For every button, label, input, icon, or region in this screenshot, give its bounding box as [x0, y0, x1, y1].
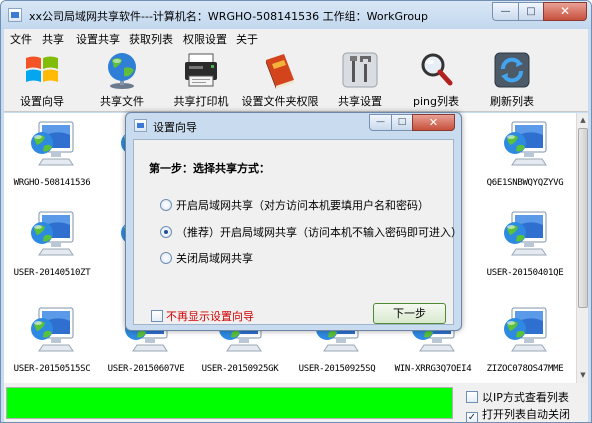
toolbar-label: 共享打印机: [173, 95, 229, 108]
network-computer-icon: [503, 121, 547, 166]
title-bar: xx公司局域网共享软件---计算机名：WRGHO-508141536 工作组：W…: [1, 1, 591, 29]
computer-name: WIN-XRRG3Q7OEI4: [394, 364, 472, 374]
computer-item[interactable]: USER-20150515SC: [7, 301, 97, 383]
scroll-down-icon[interactable]: ▼: [578, 369, 588, 381]
progress-bar: [6, 387, 453, 419]
auto-close-label: 打开列表自动关闭: [482, 408, 570, 421]
menu-get-list[interactable]: 获取列表: [129, 31, 173, 47]
dialog-app-icon: [134, 119, 147, 132]
auto-close-checkbox[interactable]: ✓: [466, 412, 478, 422]
option-label: 开启局域网共享（对方访问本机要填用户名和密码）: [176, 199, 429, 212]
network-computer-icon: [30, 211, 74, 256]
option-disable-share[interactable]: 关闭局域网共享: [160, 250, 253, 266]
computer-name: USER-20150925SQ: [298, 364, 376, 374]
status-bar: 以IP方式查看列表 ✓ 打开列表自动关闭: [4, 383, 588, 422]
computer-name: Q6E1SNBWQYQZYVG: [486, 178, 564, 188]
network-computer-icon: [30, 121, 74, 166]
toolbar-label: 共享文件: [100, 95, 144, 108]
dont-show-wizard-label: 不再显示设置向导: [166, 310, 254, 323]
dialog-minimize-button[interactable]: —: [369, 114, 392, 131]
window-title: xx公司局域网共享软件---计算机名：WRGHO-508141536 工作组：W…: [29, 10, 429, 23]
vertical-scrollbar[interactable]: ▲ ▼: [576, 113, 588, 383]
toolbar-label: 共享设置: [338, 95, 382, 108]
option-share-no-password[interactable]: （推荐）开启局域网共享（访问本机不输入密码即可进入）: [160, 224, 462, 240]
computer-name: WRGHO-508141536: [13, 178, 91, 188]
toolbar-label: 设置文件夹权限: [241, 95, 319, 108]
view-by-ip-checkbox[interactable]: [466, 391, 478, 403]
menu-share[interactable]: 共享: [42, 31, 64, 47]
menu-set-share[interactable]: 设置共享: [76, 31, 120, 47]
next-step-button[interactable]: 下一步: [373, 303, 446, 324]
network-computer-icon: [503, 211, 547, 256]
computer-name: USER-20140510ZT: [13, 268, 91, 278]
view-by-ip-option[interactable]: 以IP方式查看列表: [466, 389, 569, 404]
step-heading: 第一步：选择共享方式：: [149, 162, 270, 175]
close-button[interactable]: ✕: [543, 2, 587, 21]
scroll-up-icon[interactable]: ▲: [578, 114, 588, 126]
dialog-body: 第一步：选择共享方式： 开启局域网共享（对方访问本机要填用户名和密码） （推荐）…: [133, 139, 462, 325]
dialog-maximize-button[interactable]: □: [391, 114, 413, 131]
dont-show-wizard-checkbox[interactable]: [151, 310, 163, 322]
computer-item[interactable]: Q6E1SNBWQYQZYVG: [480, 115, 570, 201]
computer-item[interactable]: ZIZOC078OS47MME: [480, 301, 570, 383]
tools-icon: [342, 52, 378, 88]
printer-icon: [185, 53, 217, 87]
book-icon: [266, 54, 294, 89]
computer-name: ZIZOC078OS47MME: [486, 364, 564, 374]
dialog-title: 设置向导: [153, 121, 197, 134]
computer-name: USER-20150607VE: [107, 364, 185, 374]
option-label: （推荐）开启局域网共享（访问本机不输入密码即可进入）: [176, 226, 462, 239]
scroll-thumb[interactable]: [578, 128, 588, 308]
computer-name: USER-20150515SC: [13, 364, 91, 374]
dont-show-wizard-option[interactable]: 不再显示设置向导: [151, 308, 254, 324]
auto-close-option[interactable]: ✓ 打开列表自动关闭: [466, 406, 570, 422]
option-share-with-password[interactable]: 开启局域网共享（对方访问本机要填用户名和密码）: [160, 197, 429, 213]
computer-item[interactable]: USER-20140510ZT: [7, 205, 97, 291]
menu-about[interactable]: 关于: [236, 31, 258, 47]
windows-logo-icon: [26, 56, 58, 82]
toolbar: 设置向导 共享文件 共享打印机 设置文件夹权限 共享设置 ping列表 刷新列表: [4, 46, 588, 112]
app-icon: [8, 8, 22, 22]
computer-item[interactable]: USER-20150401QE: [480, 205, 570, 291]
radio-button-selected[interactable]: [160, 226, 172, 238]
toolbar-label: 设置向导: [20, 95, 64, 108]
network-computer-icon: [503, 307, 547, 352]
option-label: 关闭局域网共享: [176, 252, 253, 265]
globe-icon: [108, 53, 136, 89]
setup-wizard-dialog: 设置向导 — □ ✕ 第一步：选择共享方式： 开启局域网共享（对方访问本机要填用…: [125, 112, 462, 331]
maximize-button[interactable]: □: [518, 2, 544, 21]
view-by-ip-label: 以IP方式查看列表: [482, 391, 569, 404]
toolbar-label: 刷新列表: [490, 95, 534, 108]
radio-button[interactable]: [160, 199, 172, 211]
magnifier-icon: [421, 53, 453, 86]
computer-name: USER-20150401QE: [486, 268, 564, 278]
computer-name: USER-20150925GK: [201, 364, 279, 374]
menu-bar: 文件 共享 设置共享 获取列表 权限设置 关于: [4, 29, 588, 46]
menu-permissions[interactable]: 权限设置: [183, 31, 227, 47]
dialog-close-button[interactable]: ✕: [412, 114, 455, 131]
computer-item[interactable]: WRGHO-508141536: [7, 115, 97, 201]
toolbar-label: ping列表: [413, 95, 459, 108]
minimize-button[interactable]: —: [492, 2, 519, 21]
refresh-icon: [494, 52, 530, 88]
dialog-title-bar: 设置向导 — □ ✕: [126, 113, 461, 137]
menu-file[interactable]: 文件: [10, 31, 32, 47]
radio-button[interactable]: [160, 252, 172, 264]
network-computer-icon: [30, 307, 74, 352]
